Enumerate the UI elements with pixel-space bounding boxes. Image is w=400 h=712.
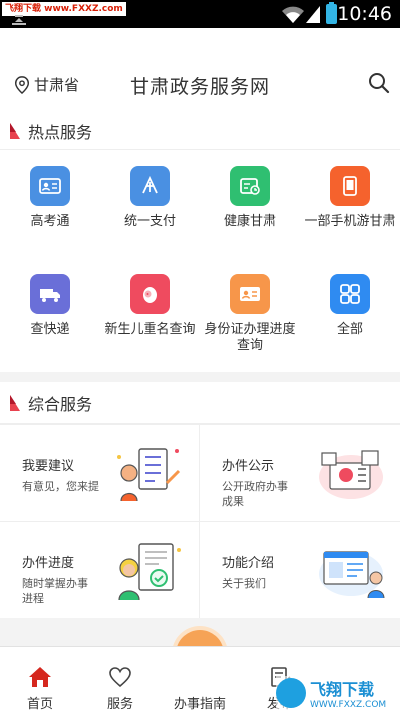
- service-newborn[interactable]: 新生儿重名查询: [100, 274, 200, 338]
- nav-label: 首页: [26, 697, 53, 712]
- top-header: 甘肃省 甘肃政务服务网: [0, 28, 400, 112]
- service-all[interactable]: 全部: [300, 274, 400, 338]
- status-bar: 飞翔下载 www.FXXZ.com 10:46: [0, 0, 400, 28]
- hot-services-title: 热点服务: [28, 122, 93, 142]
- service-label: 身份证办理进度查询: [204, 322, 296, 353]
- service-label: 统一支付: [123, 214, 176, 229]
- id-card-icon: [30, 166, 70, 206]
- location-label: 甘肃省: [34, 76, 80, 94]
- service-label: 全部: [336, 322, 363, 337]
- card-title: 办件公示: [222, 459, 275, 474]
- download-icon: [12, 15, 26, 25]
- search-icon[interactable]: [368, 72, 390, 94]
- card-subtitle: 有意见，您来提: [22, 480, 99, 493]
- nav-service[interactable]: 服务: [80, 647, 160, 712]
- clock: 10:46: [337, 3, 392, 25]
- service-express[interactable]: 查快递: [0, 274, 100, 338]
- wifi-icon: [282, 6, 304, 23]
- id-card-icon: [230, 274, 270, 314]
- service-label: 查快递: [30, 322, 70, 337]
- service-card-progress[interactable]: 办件进度 随时掌握办事进程: [0, 522, 199, 618]
- bottom-navigation: 首页 服务 办事指南 发布 飞翔下载 WWW.FXXZ.COM: [0, 646, 400, 712]
- watermark-label: 飞翔下载 www.FXXZ.com: [2, 2, 126, 16]
- nav-label: 办事指南: [173, 697, 226, 712]
- nav-home[interactable]: 首页: [0, 647, 80, 712]
- service-card-intro[interactable]: 功能介绍 关于我们: [200, 522, 400, 618]
- public-illustration: [319, 450, 383, 499]
- signal-icon: [306, 6, 320, 23]
- service-label: 一部手机游甘肃: [304, 214, 396, 229]
- service-tourism[interactable]: 一部手机游甘肃: [300, 166, 400, 230]
- brand-name: 飞翔下载: [310, 680, 375, 699]
- progress-illustration: [118, 543, 181, 600]
- service-idcard[interactable]: 身份证办理进度查询: [200, 274, 300, 354]
- battery-icon: [326, 2, 337, 24]
- card-subtitle: 公开政府办事成果: [222, 480, 288, 508]
- service-card-suggestion[interactable]: 我要建议 有意见，您来提: [0, 425, 199, 521]
- hot-services-header: 热点服务: [0, 112, 400, 150]
- service-gaokao[interactable]: 高考通: [0, 166, 100, 230]
- brand-url: WWW.FXXZ.COM: [310, 700, 387, 710]
- composite-services-section: 综合服务 我要建议 有意见，您来提 办件公示 公开政府办事成果 办件进度 随时掌…: [0, 382, 400, 618]
- card-title: 功能介绍: [222, 556, 275, 571]
- truck-icon: [30, 274, 70, 314]
- brand-logo-icon: [276, 678, 306, 708]
- app-title: 甘肃政务服务网: [130, 76, 271, 98]
- card-subtitle: 关于我们: [222, 577, 266, 590]
- intro-illustration: [319, 551, 385, 599]
- health-icon: [230, 166, 270, 206]
- service-payment[interactable]: 统一支付: [100, 166, 200, 230]
- service-label: 高考通: [30, 214, 70, 229]
- service-health[interactable]: 健康甘肃: [200, 166, 300, 230]
- grid-icon: [330, 274, 370, 314]
- location-selector[interactable]: 甘肃省: [14, 74, 79, 95]
- payment-icon: [130, 166, 170, 206]
- flag-icon: [10, 122, 20, 139]
- composite-services-title: 综合服务: [28, 394, 93, 414]
- service-card-public[interactable]: 办件公示 公开政府办事成果: [200, 425, 400, 521]
- card-title: 办件进度: [22, 556, 75, 571]
- composite-services-header: 综合服务: [0, 382, 400, 424]
- nav-guide[interactable]: 办事指南: [160, 647, 240, 712]
- flag-icon: [10, 394, 20, 411]
- location-pin-icon: [14, 75, 30, 94]
- card-subtitle: 随时掌握办事进程: [22, 577, 88, 605]
- service-label: 新生儿重名查询: [104, 322, 196, 337]
- card-title: 我要建议: [22, 459, 75, 474]
- phone-icon: [330, 166, 370, 206]
- suggestion-illustration: [117, 448, 181, 502]
- service-label: 健康甘肃: [223, 214, 276, 229]
- baby-icon: [130, 274, 170, 314]
- nav-label: 服务: [106, 697, 133, 712]
- hot-services-section: 热点服务 高考通 统一支付 健康甘肃 一部手机游甘肃 查快递 新生儿重名查询 身…: [0, 112, 400, 372]
- heart-icon: [109, 667, 131, 688]
- brand-watermark: 飞翔下载 WWW.FXXZ.COM: [276, 676, 394, 710]
- home-icon: [29, 667, 51, 687]
